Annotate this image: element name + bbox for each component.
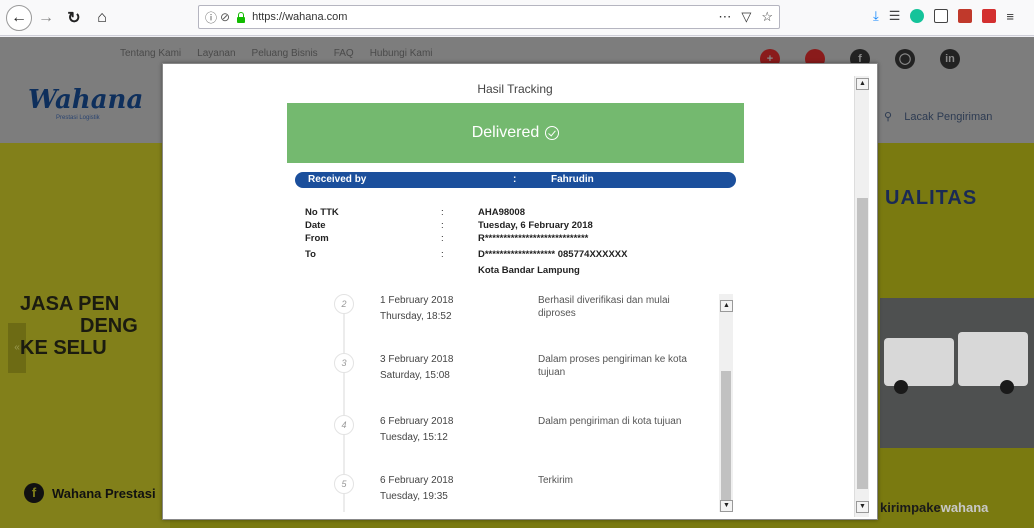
received-by-label: Received by (308, 174, 367, 185)
info-row-from: From : R**************************** (305, 233, 589, 244)
modal-scroll-thumb[interactable] (857, 198, 868, 489)
wahana-logo[interactable]: Wahana (28, 85, 143, 115)
lock-icon (236, 11, 246, 23)
history-item: 5 6 February 2018 Tuesday, 19:35 Terkiri… (288, 473, 718, 512)
modal-scrollbar[interactable]: ▲ ▼ (854, 76, 869, 517)
hero-right-headline: UALITAS (885, 187, 978, 209)
tracking-modal: Hasil Tracking Delivered Received by : F… (162, 63, 878, 520)
menu-icon[interactable]: ≡ (1006, 9, 1014, 24)
logo-tagline: Prestasi Logistik (56, 115, 100, 121)
address-bar[interactable]: ⓘ ⊘ https://wahana.com ⋯ ▽ ☆ (198, 5, 780, 29)
nav-peluang-bisnis[interactable]: Peluang Bisnis (252, 48, 318, 59)
status-text: Delivered (471, 124, 540, 141)
check-circle-icon (545, 126, 560, 140)
history-date: 6 February 2018 Tuesday, 15:12 (380, 416, 454, 443)
truck-photo (880, 298, 1034, 448)
info-icon[interactable]: ⓘ (205, 9, 217, 26)
hero-headline: JASA PEN DENG KE SELU (20, 293, 138, 359)
tracking-history-list[interactable]: 2 1 February 2018 Thursday, 18:52 Berhas… (288, 294, 738, 512)
modal-scroll-down-button[interactable]: ▼ (856, 501, 869, 513)
history-date: 1 February 2018 Thursday, 18:52 (380, 295, 454, 322)
history-scrollbar[interactable]: ▲ ▼ (719, 294, 733, 512)
nav-tentang-kami[interactable]: Tentang Kami (120, 48, 181, 59)
nav-layanan[interactable]: Layanan (197, 48, 235, 59)
history-scroll-down-button[interactable]: ▼ (720, 500, 733, 512)
history-item: 3 3 February 2018 Saturday, 15:08 Dalam … (288, 352, 718, 402)
page-actions-icon[interactable]: ⋯ (718, 9, 731, 25)
history-date: 6 February 2018 Tuesday, 19:35 (380, 475, 454, 502)
search-icon: ⚲ (884, 111, 893, 123)
forward-button[interactable]: → (32, 4, 60, 32)
received-by-value: Fahrudin (551, 174, 594, 185)
history-scroll-up-button[interactable]: ▲ (720, 300, 733, 312)
tracking-protection-icon[interactable]: ⊘ (220, 10, 230, 24)
modal-title: Hasil Tracking (477, 82, 553, 96)
step-number: 4 (334, 415, 354, 435)
received-by-colon: : (513, 174, 517, 185)
lacak-pengiriman-link[interactable]: ⚲ Lacak Pengiriman (884, 110, 992, 123)
back-button[interactable]: ← (6, 4, 32, 31)
info-row-date: Date : Tuesday, 6 February 2018 (305, 220, 593, 231)
browser-toolbar: ← → ↻ ⌂ ⓘ ⊘ https://wahana.com ⋯ ▽ ☆ ⤓ ☰… (0, 0, 1034, 36)
history-scroll-thumb[interactable] (721, 371, 731, 500)
history-desc: Dalam pengiriman di kota tujuan (538, 416, 682, 427)
step-number: 3 (334, 353, 354, 373)
nav-faq[interactable]: FAQ (334, 48, 354, 59)
downloads-icon[interactable]: ⤓ (873, 8, 879, 24)
info-row-city: Kota Bandar Lampung (478, 265, 580, 276)
history-desc: Terkirim (538, 475, 573, 486)
info-row-no-ttk: No TTK : AHA98008 (305, 207, 525, 218)
delivered-status-banner: Delivered (287, 103, 744, 163)
url-text[interactable]: https://wahana.com (252, 11, 347, 23)
facebook-icon: f (24, 483, 44, 503)
library-icon[interactable]: ☰ (889, 8, 901, 24)
step-number: 5 (334, 474, 354, 494)
grammarly-icon[interactable] (910, 9, 925, 23)
step-number: 2 (334, 294, 354, 314)
pocket-icon[interactable]: ▽ (741, 9, 751, 25)
history-date: 3 February 2018 Saturday, 15:08 (380, 354, 454, 381)
modal-scroll-up-button[interactable]: ▲ (856, 78, 869, 90)
linkedin-icon[interactable]: in (940, 49, 960, 69)
history-desc: Dalam proses pengiriman ke kota tujuan (538, 354, 687, 378)
wahana-prestasi-footer[interactable]: f Wahana Prestasi (24, 483, 156, 503)
history-item: 4 6 February 2018 Tuesday, 15:12 Dalam p… (288, 414, 718, 464)
reload-button[interactable]: ↻ (60, 4, 88, 32)
kirimpake-wahana-tag: kirimpakewahana (880, 500, 989, 515)
top-nav: Tentang Kami Layanan Peluang Bisnis FAQ … (120, 48, 433, 59)
home-button[interactable]: ⌂ (88, 4, 116, 32)
instagram-icon[interactable]: ◯ (895, 49, 915, 69)
bookmark-star-icon[interactable]: ☆ (761, 9, 773, 25)
pdf-extension-icon[interactable] (982, 9, 997, 23)
sidebar-icon[interactable] (934, 9, 949, 23)
history-item: 2 1 February 2018 Thursday, 18:52 Berhas… (288, 294, 718, 344)
nav-hubungi-kami[interactable]: Hubungi Kami (370, 48, 433, 59)
history-desc: Berhasil diverifikasi dan mulai diproses (538, 295, 670, 319)
received-by-bar: Received by : Fahrudin (295, 172, 736, 188)
extension-icon[interactable] (958, 9, 973, 23)
info-row-to: To : D******************* 085774XXXXXX (305, 249, 628, 260)
